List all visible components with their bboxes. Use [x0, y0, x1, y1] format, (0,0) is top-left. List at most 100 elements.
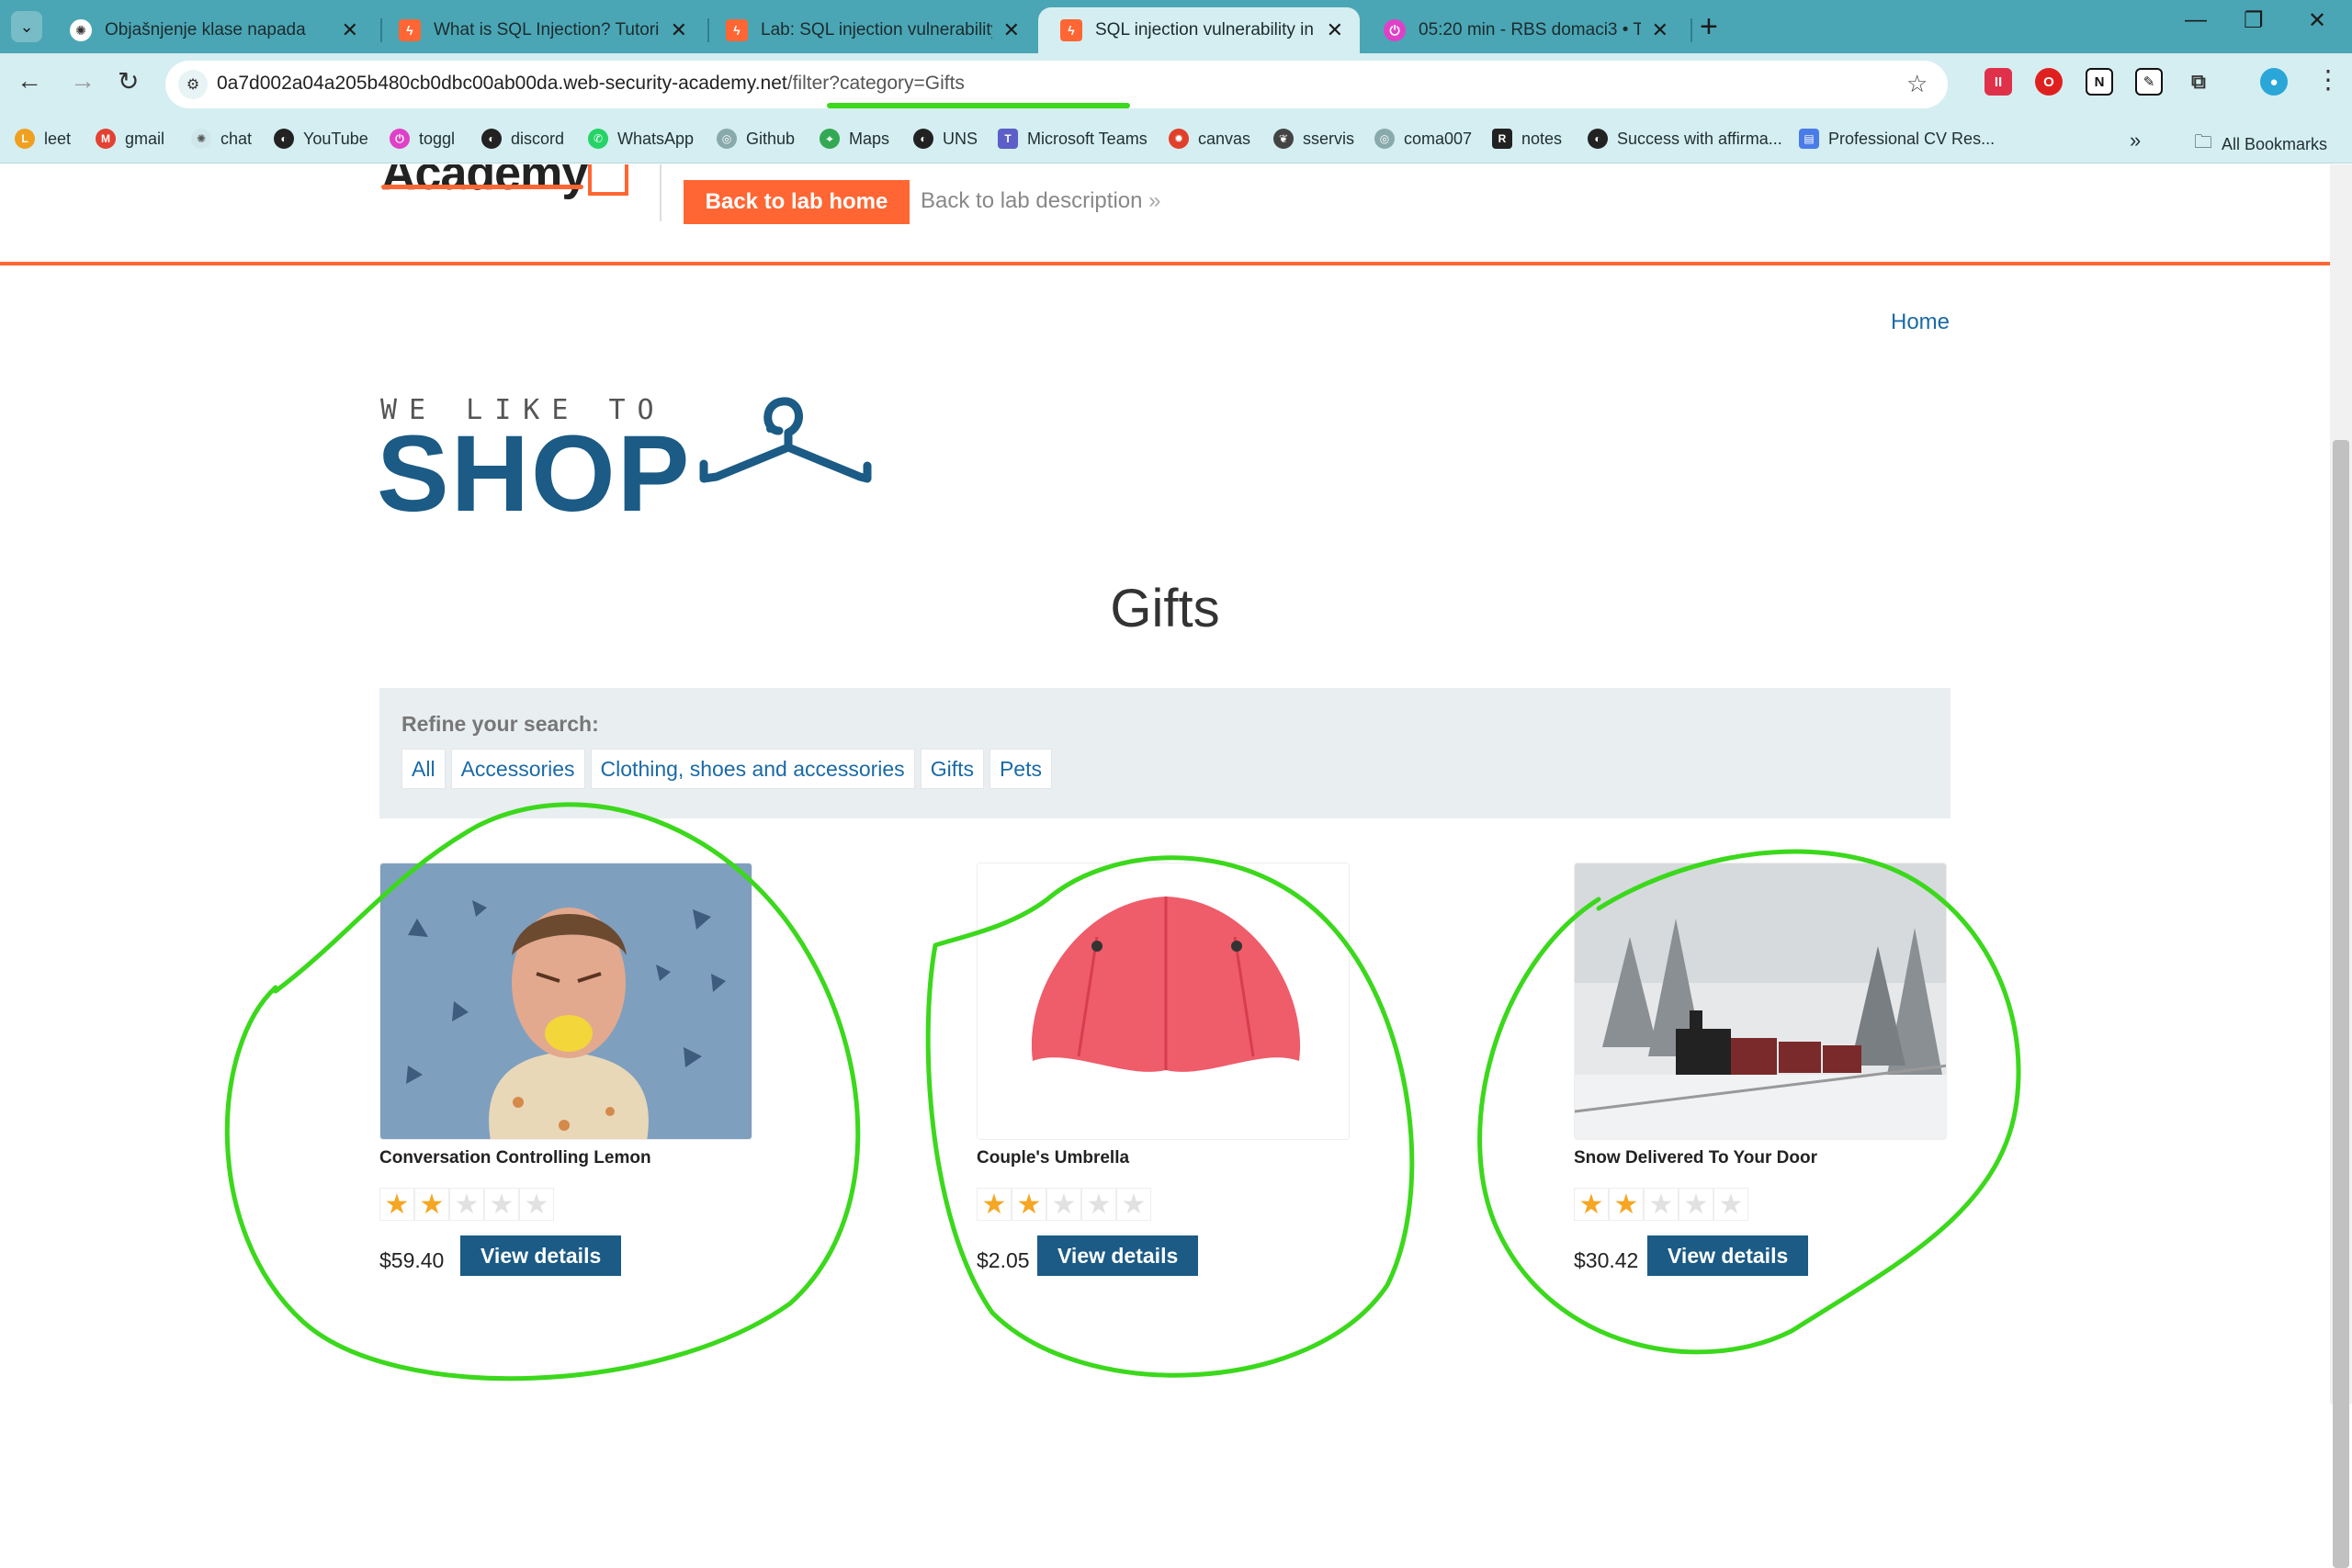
teams-icon: T	[998, 129, 1018, 149]
bookmark-label: coma007	[1404, 129, 1473, 148]
close-window-icon[interactable]: ✕	[2308, 7, 2326, 34]
forward-arrow-icon[interactable]: →	[70, 66, 96, 96]
bookmark-label: UNS	[943, 129, 978, 148]
bookmark-label: discord	[511, 129, 565, 148]
filter-panel: Refine your search: All Accessories Clot…	[379, 688, 1951, 818]
url-text[interactable]: 0a7d002a04a205b480cb0dbc00ab00da.web-sec…	[217, 73, 965, 95]
all-bookmarks[interactable]: 🗀 All Bookmarks	[2194, 129, 2327, 160]
tab-1[interactable]: ✺ Objašnjenje klase napada ✕	[48, 7, 375, 53]
bookmark-coma007[interactable]: ◎ coma007	[1374, 129, 1472, 149]
chevron-right-icon: »	[1148, 188, 1161, 213]
bookmark-star-icon[interactable]: ☆	[1906, 70, 1928, 98]
star-filled-icon: ★	[1609, 1188, 1644, 1221]
reload-icon[interactable]: ↻	[118, 66, 139, 96]
bookmark-label: Maps	[849, 129, 890, 148]
folder-icon: 🗀	[2194, 132, 2212, 152]
bookmark-youtube[interactable]: ◐ YouTube	[274, 129, 368, 149]
extension-icon[interactable]: II	[1984, 68, 2012, 96]
tab-3[interactable]: ϟ Lab: SQL injection vulnerability ✕	[704, 7, 1036, 53]
tab-title: SQL injection vulnerability in W	[1095, 20, 1316, 39]
editor-extension-icon[interactable]: ✎	[2135, 68, 2163, 96]
academy-logo-mark	[588, 164, 628, 196]
filter-clothing[interactable]: Clothing, shoes and accessories	[590, 749, 915, 789]
bookmark-notes[interactable]: Rnotes	[1492, 129, 1562, 149]
bookmark-teams[interactable]: T Microsoft Teams	[998, 129, 1148, 149]
bookmark-uns[interactable]: ◐ UNS	[913, 129, 978, 149]
more-bookmarks-icon[interactable]: »	[2130, 129, 2141, 152]
star-empty-icon: ★	[484, 1188, 519, 1221]
extensions-puzzle-icon[interactable]: ⧉	[2185, 68, 2212, 96]
bookmark-discord[interactable]: ◐ discord	[481, 129, 564, 149]
bookmark-maps[interactable]: ⌖ Maps	[820, 129, 889, 149]
bookmark-cv[interactable]: ▤ Professional CV Res...	[1799, 129, 1995, 149]
scrollbar-thumb[interactable]	[2333, 440, 2349, 1568]
close-tab-icon[interactable]: ✕	[342, 18, 358, 42]
bookmark-canvas[interactable]: ✹ canvas	[1169, 129, 1250, 149]
product-name[interactable]: Conversation Controlling Lemon	[379, 1148, 651, 1168]
back-arrow-icon[interactable]: ←	[17, 66, 42, 96]
chatgpt-icon: ✺	[191, 129, 211, 149]
address-bar[interactable]: ⚙ 0a7d002a04a205b480cb0dbc00ab00da.web-s…	[165, 61, 1948, 108]
bookmark-label: toggl	[419, 129, 456, 148]
product-image-lemon	[379, 863, 752, 1140]
site-info-icon[interactable]: ⚙	[178, 70, 208, 99]
view-details-button[interactable]: View details	[1647, 1235, 1809, 1276]
back-to-lab-home-button[interactable]: Back to lab home	[684, 180, 910, 224]
globe-icon: ◐	[913, 129, 933, 149]
refine-label: Refine your search:	[401, 712, 599, 736]
filter-all[interactable]: All	[401, 749, 446, 789]
bookmark-toggl[interactable]: ⏻ toggl	[390, 129, 455, 149]
academy-header: Academy Back to lab home Back to lab des…	[0, 164, 2330, 265]
star-empty-icon: ★	[1679, 1188, 1713, 1221]
tab-title: Objašnjenje klase napada	[105, 20, 306, 39]
restore-icon[interactable]: ❐	[2244, 7, 2264, 34]
github-icon: ◎	[1374, 129, 1395, 149]
academy-logo[interactable]: Academy	[381, 164, 588, 201]
bookmark-whatsapp[interactable]: ✆ WhatsApp	[588, 129, 694, 149]
bookmark-label: Microsoft Teams	[1027, 129, 1148, 148]
page-viewport: Academy Back to lab home Back to lab des…	[0, 164, 2352, 1404]
bookmark-leet[interactable]: Lleet	[15, 129, 71, 149]
star-empty-icon: ★	[1713, 1188, 1748, 1221]
bookmark-affirmations[interactable]: ◐ Success with affirma...	[1588, 129, 1782, 149]
annotation-underline	[827, 103, 1130, 108]
bookmark-sservis[interactable]: ❦ sservis	[1273, 129, 1354, 149]
close-tab-icon[interactable]: ✕	[1003, 18, 1020, 42]
bookmark-label: notes	[1521, 129, 1563, 148]
tab-4-active[interactable]: ϟ SQL injection vulnerability in W ✕	[1038, 7, 1360, 53]
filter-pets[interactable]: Pets	[989, 749, 1052, 789]
bookmark-chat[interactable]: ✺ chat	[191, 129, 252, 149]
menu-kebab-icon[interactable]: ⋮	[2315, 64, 2341, 95]
filter-gifts[interactable]: Gifts	[920, 749, 984, 789]
close-tab-icon[interactable]: ✕	[671, 18, 687, 42]
close-tab-icon[interactable]: ✕	[1327, 18, 1343, 42]
filter-accessories[interactable]: Accessories	[450, 749, 585, 789]
tab-search-icon[interactable]: ⌄	[11, 11, 42, 42]
bookmark-label: leet	[44, 129, 72, 148]
new-tab-button[interactable]: +	[1700, 9, 1718, 45]
star-empty-icon: ★	[1081, 1188, 1116, 1221]
view-details-button[interactable]: View details	[1037, 1235, 1199, 1276]
globe-icon: ◐	[274, 129, 294, 149]
bookmark-github[interactable]: ◎ Github	[717, 129, 795, 149]
product-image-train	[1574, 863, 1947, 1140]
product-name[interactable]: Snow Delivered To Your Door	[1574, 1148, 1817, 1168]
bookmarks-bar: Lleet Mgmail ✺ chat ◐ YouTube ⏻ toggl ◐ disc…	[0, 116, 2352, 164]
back-to-lab-description-link[interactable]: Back to lab description »	[921, 188, 1161, 214]
tab-2[interactable]: ϟ What is SQL Injection? Tutorial ✕	[377, 7, 704, 53]
product-card: Couple's Umbrella ★ ★ ★ ★ ★ $2.05 View d…	[977, 863, 1350, 1276]
product-name[interactable]: Couple's Umbrella	[977, 1148, 1129, 1168]
home-link[interactable]: Home	[1891, 310, 1950, 335]
view-details-button[interactable]: View details	[460, 1235, 622, 1276]
tab-title: What is SQL Injection? Tutorial	[434, 20, 660, 39]
all-bookmarks-label: All Bookmarks	[2222, 134, 2328, 153]
bookmark-gmail[interactable]: Mgmail	[96, 129, 164, 149]
tab-5[interactable]: ⏻ 05:20 min - RBS domaci3 • Togg ✕	[1362, 7, 1685, 53]
close-tab-icon[interactable]: ✕	[1652, 18, 1668, 42]
notion-icon[interactable]: N	[2086, 68, 2113, 96]
rating-stars: ★ ★ ★ ★ ★	[1574, 1188, 1748, 1221]
page-scrollbar[interactable]	[2330, 164, 2352, 1568]
profile-avatar[interactable]: ●	[2260, 68, 2288, 96]
adblock-icon[interactable]: O	[2035, 68, 2063, 96]
minimize-icon[interactable]: —	[2185, 7, 2207, 33]
